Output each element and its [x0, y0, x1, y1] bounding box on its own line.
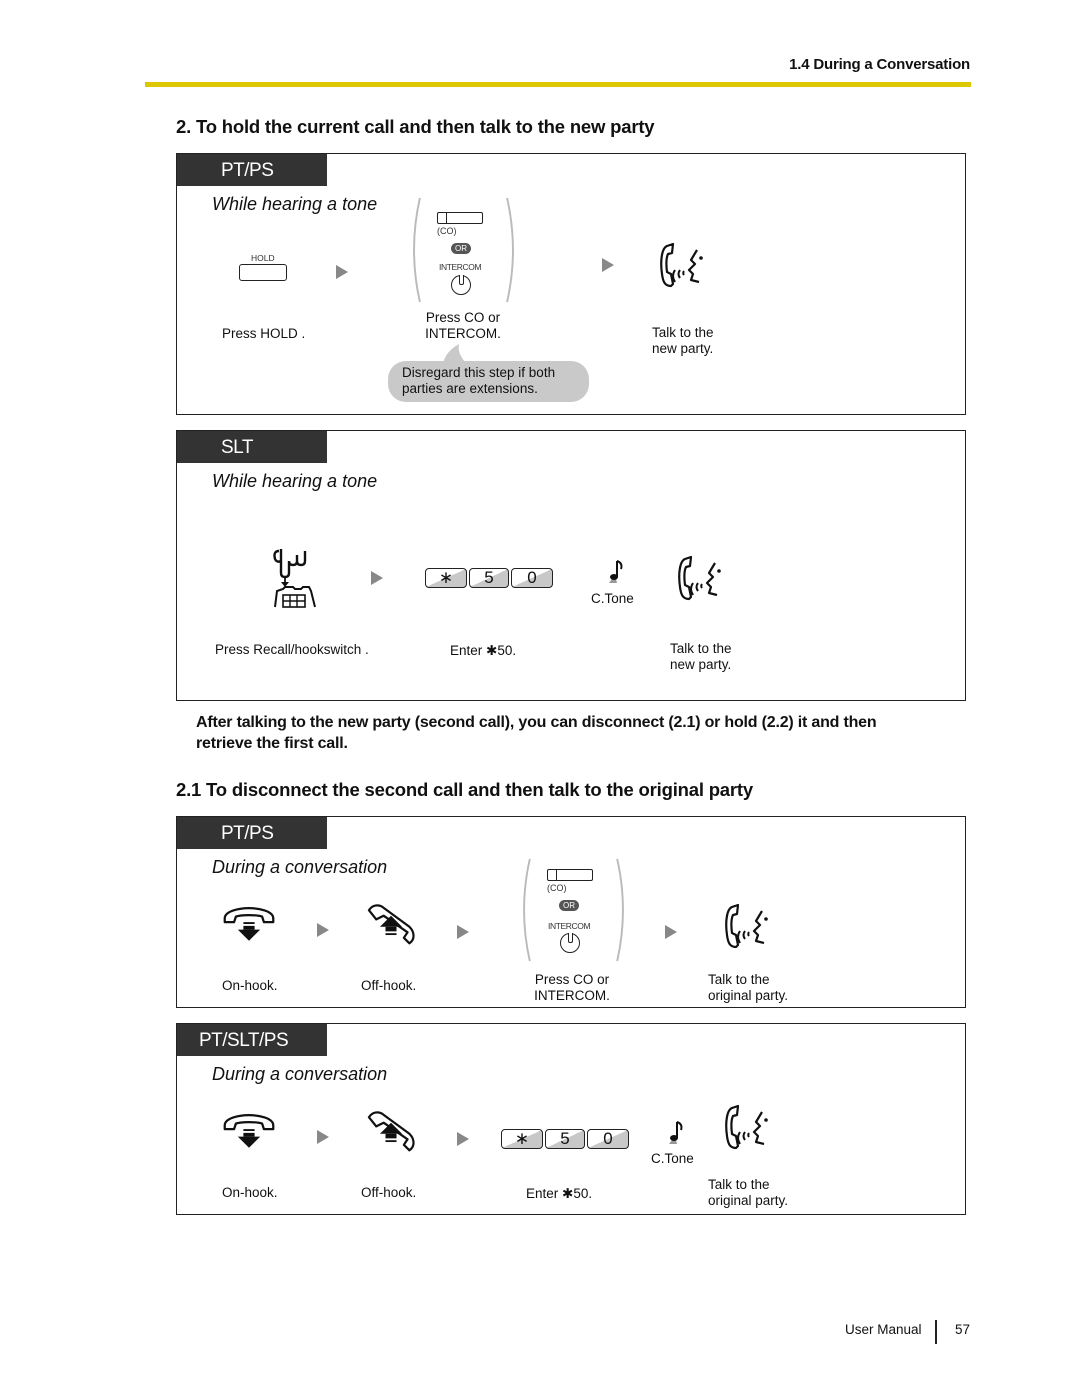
step-talk: Talk to the original party. [708, 972, 788, 1004]
step-line: original party. [708, 988, 789, 1003]
next-step-arrow-icon [317, 923, 329, 937]
panel-tag: SLT [177, 431, 327, 463]
step-enter-code: Enter ✱50. [450, 643, 517, 658]
bracket-left-icon [518, 857, 532, 963]
panel-slt-hold: SLT While hearing a tone ∗ 5 0 C.Tone Pr… [176, 430, 966, 701]
step-line: Talk to the [708, 972, 770, 987]
step-line: Talk to the [670, 641, 732, 656]
next-step-arrow-icon [317, 1130, 329, 1144]
panel-tag: PT/PS [177, 154, 327, 186]
page-number: 57 [955, 1322, 971, 1337]
note-line: parties are extensions. [402, 381, 538, 396]
condition-text: During a conversation [212, 857, 388, 877]
handset-talking-icon [675, 553, 727, 605]
next-step-arrow-icon [602, 258, 614, 272]
key-0: 0 [511, 568, 553, 588]
step-line: Talk to the [652, 325, 714, 340]
condition-text: While hearing a tone [212, 471, 378, 491]
intercom-label: INTERCOM [548, 921, 591, 931]
step-enter-code: Enter ✱50. [526, 1186, 593, 1201]
panel-pt-ps-disconnect: PT/PS During a conversation (CO) OR INTE… [176, 816, 966, 1008]
on-hook-handset-icon [221, 1112, 277, 1150]
step-talk: Talk to the new party. [652, 325, 714, 357]
note-line: Disregard this step if both [402, 365, 556, 380]
next-step-arrow-icon [457, 1132, 469, 1146]
intercom-key-icon [560, 933, 580, 953]
after-talking-note: After talking to the new party (second c… [196, 712, 877, 754]
step-line: INTERCOM. [534, 988, 610, 1003]
key-5: 5 [469, 568, 509, 588]
note-bubble: Disregard this step if both parties are … [388, 361, 589, 402]
footer-divider [935, 1320, 937, 1344]
step-line: new party. [670, 657, 732, 672]
ctone-label: C.Tone [651, 1151, 694, 1166]
hold-key-label: HOLD [251, 253, 275, 263]
panel-pt-ps-hold: PT/PS While hearing a tone HOLD (CO) OR … [176, 153, 966, 415]
step-line: Press CO or [425, 310, 501, 325]
note-line: After talking to the new party (second c… [196, 714, 877, 731]
panel-tag: PT/PS [177, 817, 327, 849]
key-5: 5 [545, 1129, 585, 1149]
step-line: INTERCOM. [425, 326, 501, 341]
ctone-label: C.Tone [591, 591, 634, 606]
step-on-hook: On-hook. [222, 1185, 278, 1200]
handset-talking-icon [722, 1102, 774, 1154]
co-label: (CO) [547, 883, 567, 893]
off-hook-handset-icon [363, 1108, 419, 1154]
intercom-label: INTERCOM [439, 262, 482, 272]
key-star: ∗ [501, 1129, 543, 1149]
condition-text: While hearing a tone [212, 194, 378, 214]
step-press-co-intercom: Press CO or INTERCOM. [405, 310, 521, 342]
footer-label: User Manual [845, 1322, 922, 1337]
step-press-hold: Press HOLD . [222, 326, 306, 341]
header-rule [145, 82, 971, 87]
next-step-arrow-icon [371, 571, 383, 585]
handset-talking-icon [722, 901, 774, 953]
note-line: retrieve the first call. [196, 735, 348, 752]
bracket-right-icon [505, 196, 519, 304]
bracket-left-icon [408, 196, 422, 304]
step-press-recall: Press Recall/hookswitch . [215, 642, 369, 657]
step-talk: Talk to the new party. [670, 641, 732, 673]
step-line: Talk to the [708, 1177, 770, 1192]
panel-tag: PT/SLT/PS [177, 1024, 327, 1056]
step-line: new party. [652, 341, 714, 356]
recall-hookswitch-icon [271, 545, 321, 609]
confirmation-tone-icon [663, 1120, 687, 1150]
step-off-hook: Off-hook. [361, 1185, 417, 1200]
next-step-arrow-icon [457, 925, 469, 939]
condition-text: During a conversation [212, 1064, 388, 1084]
or-badge: OR [559, 900, 579, 911]
section-2-title: 2. To hold the current call and then tal… [176, 116, 655, 137]
step-line: Press CO or [534, 972, 610, 987]
co-label: (CO) [437, 226, 457, 236]
next-step-arrow-icon [665, 925, 677, 939]
or-badge: OR [451, 243, 471, 254]
off-hook-handset-icon [363, 901, 419, 947]
co-key-icon [547, 869, 593, 881]
key-0: 0 [587, 1129, 629, 1149]
step-press-co-intercom: Press CO or INTERCOM. [514, 972, 630, 1004]
step-off-hook: Off-hook. [361, 978, 417, 993]
key-star: ∗ [425, 568, 467, 588]
step-talk: Talk to the original party. [708, 1177, 788, 1209]
confirmation-tone-icon [603, 559, 627, 589]
next-step-arrow-icon [336, 265, 348, 279]
on-hook-handset-icon [221, 905, 277, 943]
step-on-hook: On-hook. [222, 978, 278, 993]
intercom-key-icon [451, 275, 471, 295]
section-2-1-title: 2.1 To disconnect the second call and th… [176, 779, 753, 800]
hold-key-icon [239, 264, 287, 281]
step-line: original party. [708, 1193, 789, 1208]
running-header-section: 1.4 During a Conversation [789, 56, 970, 73]
bracket-right-icon [615, 857, 629, 963]
co-key-icon [437, 212, 483, 224]
panel-pt-slt-ps-disconnect: PT/SLT/PS During a conversation ∗ 5 0 C.… [176, 1023, 966, 1215]
handset-talking-icon [657, 240, 709, 292]
